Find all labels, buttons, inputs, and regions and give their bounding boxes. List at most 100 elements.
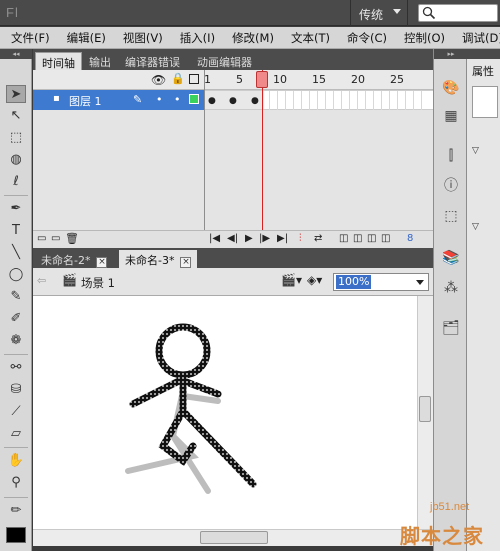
timeline-divider[interactable] bbox=[204, 70, 205, 248]
keyframe-dot[interactable]: ● bbox=[229, 96, 237, 106]
layer-name[interactable]: 图层 1 bbox=[69, 93, 102, 109]
frame-tick bbox=[421, 91, 422, 111]
close-icon[interactable]: × bbox=[180, 257, 192, 268]
fill-color-swatch[interactable] bbox=[6, 527, 26, 543]
eye-icon[interactable]: 👁 bbox=[151, 73, 166, 87]
stroke-color-icon[interactable]: ✏ bbox=[6, 502, 26, 520]
zoom-tool-icon[interactable]: ⚲ bbox=[6, 474, 26, 492]
scene-label[interactable]: 场景 1 bbox=[81, 275, 115, 291]
brush-tool-icon[interactable]: ✐ bbox=[6, 310, 26, 328]
deco-tool-icon[interactable]: ❁ bbox=[6, 332, 26, 350]
eraser-tool-icon[interactable]: ▱ bbox=[6, 425, 26, 443]
visibility-dot[interactable]: • bbox=[156, 93, 163, 106]
swatches-panel-icon[interactable]: ▦ bbox=[441, 107, 461, 125]
menu-edit[interactable]: 编辑(E) bbox=[56, 30, 112, 46]
tab-output[interactable]: 输出 bbox=[83, 52, 117, 70]
new-folder-icon[interactable]: ▭ bbox=[51, 233, 60, 244]
outline-icon[interactable] bbox=[189, 74, 199, 84]
playhead-line[interactable] bbox=[262, 70, 263, 248]
next-frame-icon[interactable]: |▶ bbox=[259, 233, 270, 244]
onion-skin-icon[interactable]: ◫ bbox=[339, 233, 348, 244]
oval-tool-icon[interactable]: ◯ bbox=[6, 266, 26, 284]
align-panel-icon[interactable]: ⫿ bbox=[441, 147, 461, 165]
paint-bucket-tool-icon[interactable]: ⛁ bbox=[6, 381, 26, 399]
menu-control[interactable]: 控制(O) bbox=[393, 30, 451, 46]
free-transform-tool-icon[interactable]: ⬚ bbox=[6, 129, 26, 147]
new-layer-icon[interactable]: ▭ bbox=[37, 233, 46, 244]
layer-row-selected[interactable]: ▪ 图层 1 ✎ • • bbox=[33, 90, 205, 110]
fps-readout-icon[interactable]: 8 bbox=[407, 233, 413, 244]
motion-presets-icon[interactable]: ⁂ bbox=[441, 279, 461, 297]
edit-multiple-icon[interactable]: ◫ bbox=[367, 233, 376, 244]
delete-layer-icon[interactable]: 🗑 bbox=[65, 232, 79, 245]
lasso-tool-icon[interactable]: ℓ bbox=[6, 173, 26, 191]
close-icon[interactable]: × bbox=[96, 257, 108, 268]
3d-rotation-tool-icon[interactable]: ◍ bbox=[6, 151, 26, 169]
chevron-down-icon bbox=[416, 280, 424, 285]
frames-grid[interactable]: ● ● ● bbox=[205, 90, 433, 111]
menu-view[interactable]: 视图(V) bbox=[112, 30, 169, 46]
onion-outline-icon[interactable]: ◫ bbox=[353, 233, 362, 244]
last-frame-icon[interactable]: ▶| bbox=[277, 233, 288, 244]
doc-tab-unnamed-2[interactable]: 未命名-2* × bbox=[35, 250, 113, 268]
collapse-arrows-icon[interactable]: ▸▸ bbox=[434, 49, 468, 59]
play-icon[interactable]: ▶ bbox=[245, 233, 253, 244]
tab-motion-editor[interactable]: 动画编辑器 bbox=[191, 52, 258, 70]
stage-canvas[interactable] bbox=[33, 296, 417, 529]
help-search-input[interactable] bbox=[418, 4, 498, 22]
loop-icon[interactable]: ⇄ bbox=[314, 233, 322, 244]
zoom-value: 100% bbox=[336, 275, 372, 289]
prev-frame-icon[interactable]: ◀| bbox=[227, 233, 238, 244]
frame-tick bbox=[285, 91, 286, 111]
menu-file[interactable]: 文件(F) bbox=[0, 30, 56, 46]
hand-tool-icon[interactable]: ✋ bbox=[6, 452, 26, 470]
edit-scene-icon[interactable]: 🎬▾ bbox=[281, 273, 302, 287]
first-frame-icon[interactable]: |◀ bbox=[209, 233, 220, 244]
menu-text[interactable]: 文本(T) bbox=[280, 30, 336, 46]
menu-modify[interactable]: 修改(M) bbox=[221, 30, 280, 46]
text-tool-icon[interactable]: T bbox=[6, 222, 26, 240]
tab-compiler-errors[interactable]: 编译器错误 bbox=[119, 52, 186, 70]
library-panel-icon[interactable]: 📚 bbox=[441, 249, 461, 267]
lock-dot[interactable]: • bbox=[174, 93, 181, 106]
menu-debug[interactable]: 调试(D) bbox=[451, 30, 500, 46]
workspace-switcher[interactable]: 传统 bbox=[350, 0, 408, 26]
pen-tool-icon[interactable]: ✒ bbox=[6, 200, 26, 218]
zoom-select[interactable]: 100% bbox=[333, 273, 429, 291]
outline-color-swatch[interactable] bbox=[189, 94, 199, 104]
bone-tool-icon[interactable]: ⚯ bbox=[6, 359, 26, 377]
onion-markers-icon[interactable]: ◫ bbox=[381, 233, 390, 244]
collapse-arrows-icon[interactable]: ◂◂ bbox=[0, 49, 32, 59]
frame-number: 25 bbox=[390, 73, 404, 86]
app-title-bar: Fl 传统 bbox=[0, 0, 500, 26]
timeline-empty-area[interactable] bbox=[33, 110, 433, 230]
keyframe-dot[interactable]: ● bbox=[251, 96, 259, 106]
info-panel-icon[interactable]: ⓘ bbox=[441, 177, 461, 195]
edit-symbols-icon[interactable]: ◈▾ bbox=[307, 273, 322, 287]
properties-tab[interactable]: 属性 bbox=[472, 63, 500, 79]
keyframe-dot[interactable]: ● bbox=[208, 96, 216, 106]
subselection-tool-icon[interactable]: ↖ bbox=[6, 107, 26, 125]
color-panel-icon[interactable]: 🎨 bbox=[441, 79, 461, 97]
transform-panel-icon[interactable]: ⬚ bbox=[441, 207, 461, 225]
components-panel-icon[interactable]: 🗂 bbox=[441, 319, 461, 337]
back-arrow-icon[interactable]: ⇦ bbox=[37, 274, 46, 287]
tab-timeline[interactable]: 时间轴 bbox=[35, 52, 82, 70]
properties-panel bbox=[467, 49, 500, 551]
selection-tool-icon[interactable]: ➤ bbox=[6, 85, 26, 103]
lock-icon[interactable]: 🔒 bbox=[171, 72, 185, 85]
pencil-tool-icon[interactable]: ✎ bbox=[6, 288, 26, 306]
menu-insert[interactable]: 插入(I) bbox=[169, 30, 221, 46]
eyedropper-tool-icon[interactable]: ⟋ bbox=[6, 403, 26, 421]
section-toggle-icon[interactable]: ▽ bbox=[472, 146, 479, 156]
frame-tick bbox=[333, 91, 334, 111]
center-frame-icon[interactable]: ⫶ bbox=[299, 233, 302, 244]
playhead-handle[interactable] bbox=[256, 71, 268, 88]
vertical-scroll-thumb[interactable] bbox=[419, 396, 431, 422]
line-tool-icon[interactable]: ╲ bbox=[6, 244, 26, 262]
horizontal-scroll-thumb[interactable] bbox=[200, 531, 268, 544]
menu-commands[interactable]: 命令(C) bbox=[336, 30, 393, 46]
section-toggle-icon[interactable]: ▽ bbox=[472, 222, 479, 232]
doc-tab-unnamed-3[interactable]: 未命名-3* × bbox=[119, 250, 198, 268]
tool-divider bbox=[4, 195, 28, 196]
